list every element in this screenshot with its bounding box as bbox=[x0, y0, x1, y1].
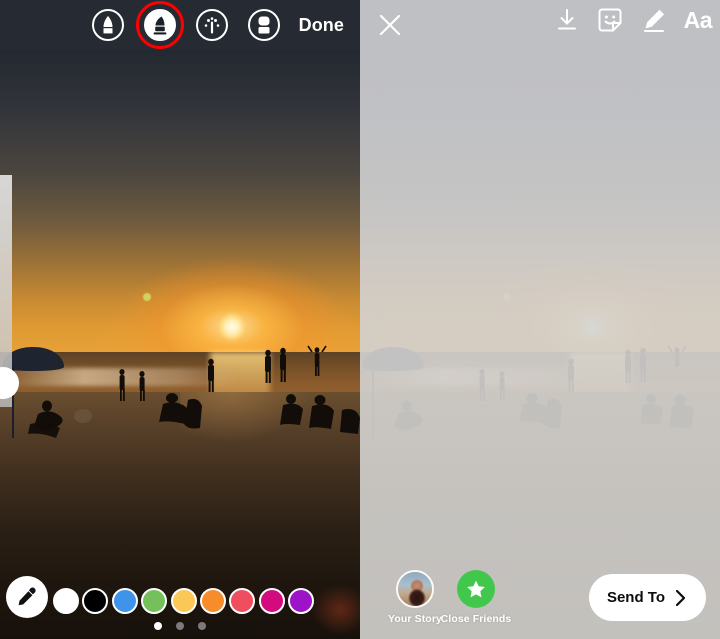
swatch-green[interactable] bbox=[141, 587, 168, 614]
avatar bbox=[396, 570, 434, 608]
download-icon[interactable] bbox=[554, 6, 580, 34]
neon-glow-tool-icon bbox=[196, 9, 228, 41]
photo-canvas[interactable] bbox=[0, 0, 360, 639]
eraser-tool-icon bbox=[248, 9, 280, 41]
page-dot-3[interactable] bbox=[198, 622, 206, 630]
drawing-toolbar: Done bbox=[0, 0, 360, 50]
palette-page-dots bbox=[0, 622, 360, 630]
star-icon bbox=[467, 580, 485, 598]
dest-close-friends[interactable]: Close Friends bbox=[439, 570, 513, 625]
swatch-orange[interactable] bbox=[199, 587, 226, 614]
color-palette bbox=[0, 576, 360, 639]
done-button[interactable]: Done bbox=[299, 0, 344, 50]
text-aa-icon[interactable]: Aa bbox=[684, 8, 713, 32]
sticker-face-icon[interactable] bbox=[596, 6, 624, 34]
pen-tool-icon bbox=[92, 9, 124, 41]
page-dot-2[interactable] bbox=[176, 622, 184, 630]
page-dot-1[interactable] bbox=[154, 622, 162, 630]
swatch-black[interactable] bbox=[82, 587, 109, 614]
share-sheet-panel: Aa Your Story Close Friends Send To bbox=[360, 0, 720, 639]
share-toolbar: Aa bbox=[360, 0, 720, 50]
close-x-icon[interactable] bbox=[376, 11, 404, 39]
marker-pen-icon[interactable] bbox=[640, 6, 668, 34]
close-friends-badge bbox=[457, 570, 495, 608]
user-avatar-image bbox=[398, 572, 432, 606]
swatch-magenta[interactable] bbox=[258, 587, 285, 614]
tool-eraser[interactable] bbox=[238, 0, 290, 50]
story-editor-screen: Done Aa Your Story Close Friends Send To bbox=[0, 0, 720, 639]
chevron-right-icon bbox=[675, 589, 686, 606]
send-to-label: Send To bbox=[606, 589, 665, 606]
dest-close-friends-label: Close Friends bbox=[440, 613, 512, 625]
tool-neon[interactable] bbox=[186, 0, 238, 50]
people-silhouettes bbox=[28, 345, 360, 438]
marker-tool-icon bbox=[144, 9, 176, 41]
swatch-white[interactable] bbox=[53, 587, 79, 614]
eyedropper-icon[interactable] bbox=[6, 576, 48, 618]
tool-marker[interactable] bbox=[134, 0, 186, 50]
swatch-yellow[interactable] bbox=[170, 587, 197, 614]
swatch-red[interactable] bbox=[229, 587, 256, 614]
swatch-blue[interactable] bbox=[111, 587, 138, 614]
draw-editor-panel: Done bbox=[0, 0, 360, 639]
share-destinations: Your Story Close Friends Send To bbox=[360, 553, 720, 639]
swatch-purple[interactable] bbox=[288, 587, 315, 614]
send-to-button[interactable]: Send To bbox=[588, 574, 706, 621]
photo-overlay-veil bbox=[360, 0, 720, 639]
tool-pen[interactable] bbox=[82, 0, 134, 50]
